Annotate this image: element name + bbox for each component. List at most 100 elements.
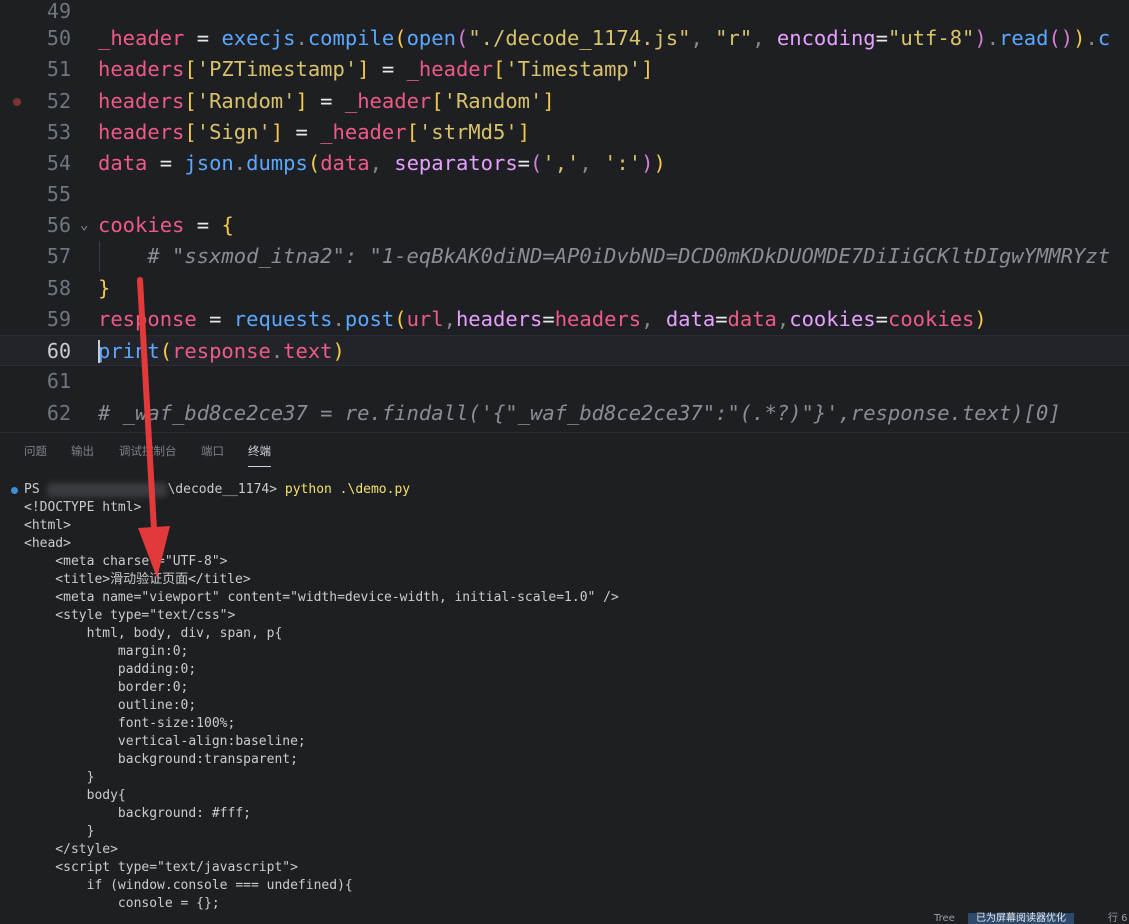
code-token: ] [357,57,370,81]
status-item[interactable]: Tree [934,913,955,924]
panel-tab[interactable]: 端口 [201,443,224,459]
code-token: _header [406,57,493,81]
code-line[interactable]: 60 print(response.text) [0,335,1129,366]
code-token: ] [641,57,654,81]
code-token: () [1048,26,1074,50]
code-text: print(response.text) [98,336,345,367]
code-line[interactable]: 51 headers['PZTimestamp'] = _header['Time… [0,54,1129,85]
terminal-output-line: </style> [24,842,118,857]
panel-tab[interactable]: 调试控制台 [119,443,177,459]
code-token: "utf-8" [887,26,975,50]
code-editor[interactable]: 49 50 _header = execjs.compile(open("./dec… [0,0,1129,432]
code-token: 'Sign' [196,120,271,144]
code-token: ) [974,26,987,50]
panel-tab[interactable]: 终端 [248,443,271,467]
terminal-output-line: } [24,824,95,839]
terminal-output-line: <meta charset="UTF-8"> [24,554,228,569]
code-line[interactable]: 57 # "ssxmod_itna2": "1-eqBkAK0diND=AP0i… [0,241,1129,272]
code-token: ( [394,307,407,331]
terminal-output-line: font-size:100%; [24,716,236,731]
code-line[interactable]: 59 response = requests.post(url,headers=h… [0,304,1129,335]
line-number: 60 [46,339,71,363]
code-token: ] [517,120,531,144]
terminal-output-line: if (window.console === undefined){ [24,878,353,893]
code-token: separators [394,151,518,175]
code-token: ) [332,339,345,363]
code-token: [ [184,57,197,81]
code-line[interactable]: 58} [0,273,1129,304]
code-text: response = requests.post(url,headers=hea… [98,304,987,335]
code-token: ) [974,307,987,331]
terminal-output-line: border:0; [24,680,189,695]
line-number: 62 [46,401,71,425]
code-token: data [727,307,777,331]
code-token: [ [431,89,444,113]
code-token: = [307,89,345,113]
code-token: data [665,307,716,331]
panel-tab[interactable]: 问题 [24,443,47,459]
code-token: ) [653,151,666,175]
code-token: 'strMd5' [418,120,518,144]
fold-chevron-icon[interactable]: ⌄ [80,210,88,241]
code-token: # _waf_bd8ce2ce37 = re.findall('{"_waf_b… [98,401,1061,425]
code-text: headers['PZTimestamp'] = _header['Timest… [98,54,653,85]
code-token: = [147,151,185,175]
code-text: # _waf_bd8ce2ce37 = re.findall('{"_waf_b… [98,398,1061,429]
code-token: [ [492,57,506,81]
code-line[interactable]: 61 [0,366,1129,397]
panel-tab[interactable]: 输出 [71,443,94,459]
code-token: headers [98,120,185,144]
code-token: response [172,339,271,363]
code-token: = [369,57,407,81]
code-token: _header [320,120,407,144]
terminal-output-line: html, body, div, span, p{ [24,626,283,641]
terminal-output-line: outline:0; [24,698,197,713]
status-item[interactable]: 行 6 [1108,913,1128,924]
code-token: = [283,120,321,144]
code-token: [ [406,120,419,144]
code-token: "r" [715,26,753,50]
status-item[interactable]: 已为屏幕阅读器优化 [968,913,1074,924]
code-token: 'Random' [196,89,296,113]
terminal-output-line: <script type="text/javascript"> [24,860,298,875]
code-token: ',' [542,151,580,175]
code-line[interactable]: 62 # _waf_bd8ce2ce37 = re.findall('{"_waf… [0,398,1129,429]
code-token: cookies [888,307,975,331]
terminal-output-line: padding:0; [24,662,197,677]
code-line[interactable]: 53 headers['Sign'] = _header['strMd5'] [0,117,1129,148]
code-token: , [579,151,605,175]
code-token: cookies [789,307,876,331]
code-text: data = json.dumps(data, separators=(',',… [98,148,666,179]
code-token: ( [394,26,407,50]
line-number: 50 [46,26,71,50]
breakpoint-dot[interactable] [13,98,21,106]
code-line[interactable]: 52 headers['Random'] = _header['Random'] [0,86,1129,117]
code-token: print [98,339,160,363]
line-number: 57 [46,244,71,268]
panel-tabs: 问题 输出 调试控制台 端口 终端 [0,433,1129,467]
code-token: read [999,26,1049,50]
terminal-output-line: background:transparent; [24,752,298,767]
code-token: headers [455,307,543,331]
code-text: _header = execjs.compile(open("./decode_… [98,23,1110,54]
code-token: data [320,151,370,175]
code-token: ( [530,151,543,175]
line-number: 59 [46,307,71,331]
code-token: , [752,26,777,50]
terminal-output-line: margin:0; [24,644,189,659]
code-line[interactable]: 54 data = json.dumps(data, separators=(',… [0,148,1129,179]
code-token: 'Timestamp' [505,57,642,81]
code-line[interactable]: 55 [0,179,1129,210]
code-token: c [1097,26,1111,50]
code-token: encoding [776,26,876,50]
code-line[interactable]: 56 ⌄ cookies = { [0,210,1129,241]
bottom-panel: 问题 输出 调试控制台 端口 终端 PS \decode__1174> python .… [0,432,1129,924]
code-token: ) [1073,26,1086,50]
code-line[interactable]: 50 _header = execjs.compile(open("./decod… [0,23,1129,54]
code-token: headers [98,89,185,113]
code-token: url [406,307,444,331]
code-token: text [283,339,333,363]
code-token: execjs [221,26,296,50]
code-token: headers [554,307,642,331]
code-token: ( [455,26,469,50]
